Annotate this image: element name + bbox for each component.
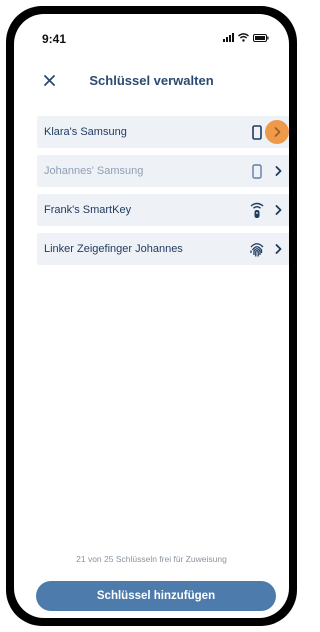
- key-row-klaras-samsung[interactable]: Klara's Samsung: [37, 116, 289, 148]
- phone-icon: [248, 123, 266, 141]
- status-icons: [223, 33, 269, 42]
- header: Schlüssel verwalten: [14, 66, 289, 96]
- key-row-franks-smartkey[interactable]: Frank's SmartKey: [37, 194, 289, 226]
- phone-icon: [248, 162, 266, 180]
- key-label: Frank's SmartKey: [44, 204, 132, 216]
- wifi-icon: [238, 33, 249, 42]
- smartkey-icon: [248, 201, 266, 219]
- fingerprint-icon: [248, 240, 266, 258]
- key-label: Klara's Samsung: [44, 126, 127, 138]
- chevron-right-icon[interactable]: [265, 120, 289, 144]
- battery-icon: [253, 34, 269, 42]
- key-list: Klara's Samsung Johannes' Samsung Frank'…: [37, 116, 289, 272]
- key-label: Linker Zeigefinger Johannes: [44, 243, 183, 255]
- chevron-right-icon[interactable]: [273, 203, 283, 217]
- signal-icon: [223, 33, 234, 42]
- phone-frame: 9:41 Schlüssel verwalten Klara's Samsung…: [6, 6, 297, 626]
- status-bar: 9:41: [14, 14, 289, 54]
- page-title: Schlüssel verwalten: [89, 73, 214, 88]
- app-screen: 9:41 Schlüssel verwalten Klara's Samsung…: [14, 14, 289, 618]
- free-keys-counter: 21 von 25 Schlüsseln frei für Zuweisung: [76, 554, 227, 564]
- key-row-johannes-samsung[interactable]: Johannes' Samsung: [37, 155, 289, 187]
- chevron-right-icon[interactable]: [273, 164, 283, 178]
- key-label: Johannes' Samsung: [44, 165, 144, 177]
- add-key-button[interactable]: Schlüssel hinzufügen: [36, 581, 276, 611]
- chevron-right-icon[interactable]: [273, 242, 283, 256]
- key-row-linker-zeigefinger[interactable]: Linker Zeigefinger Johannes: [37, 233, 289, 265]
- status-time: 9:41: [42, 32, 67, 46]
